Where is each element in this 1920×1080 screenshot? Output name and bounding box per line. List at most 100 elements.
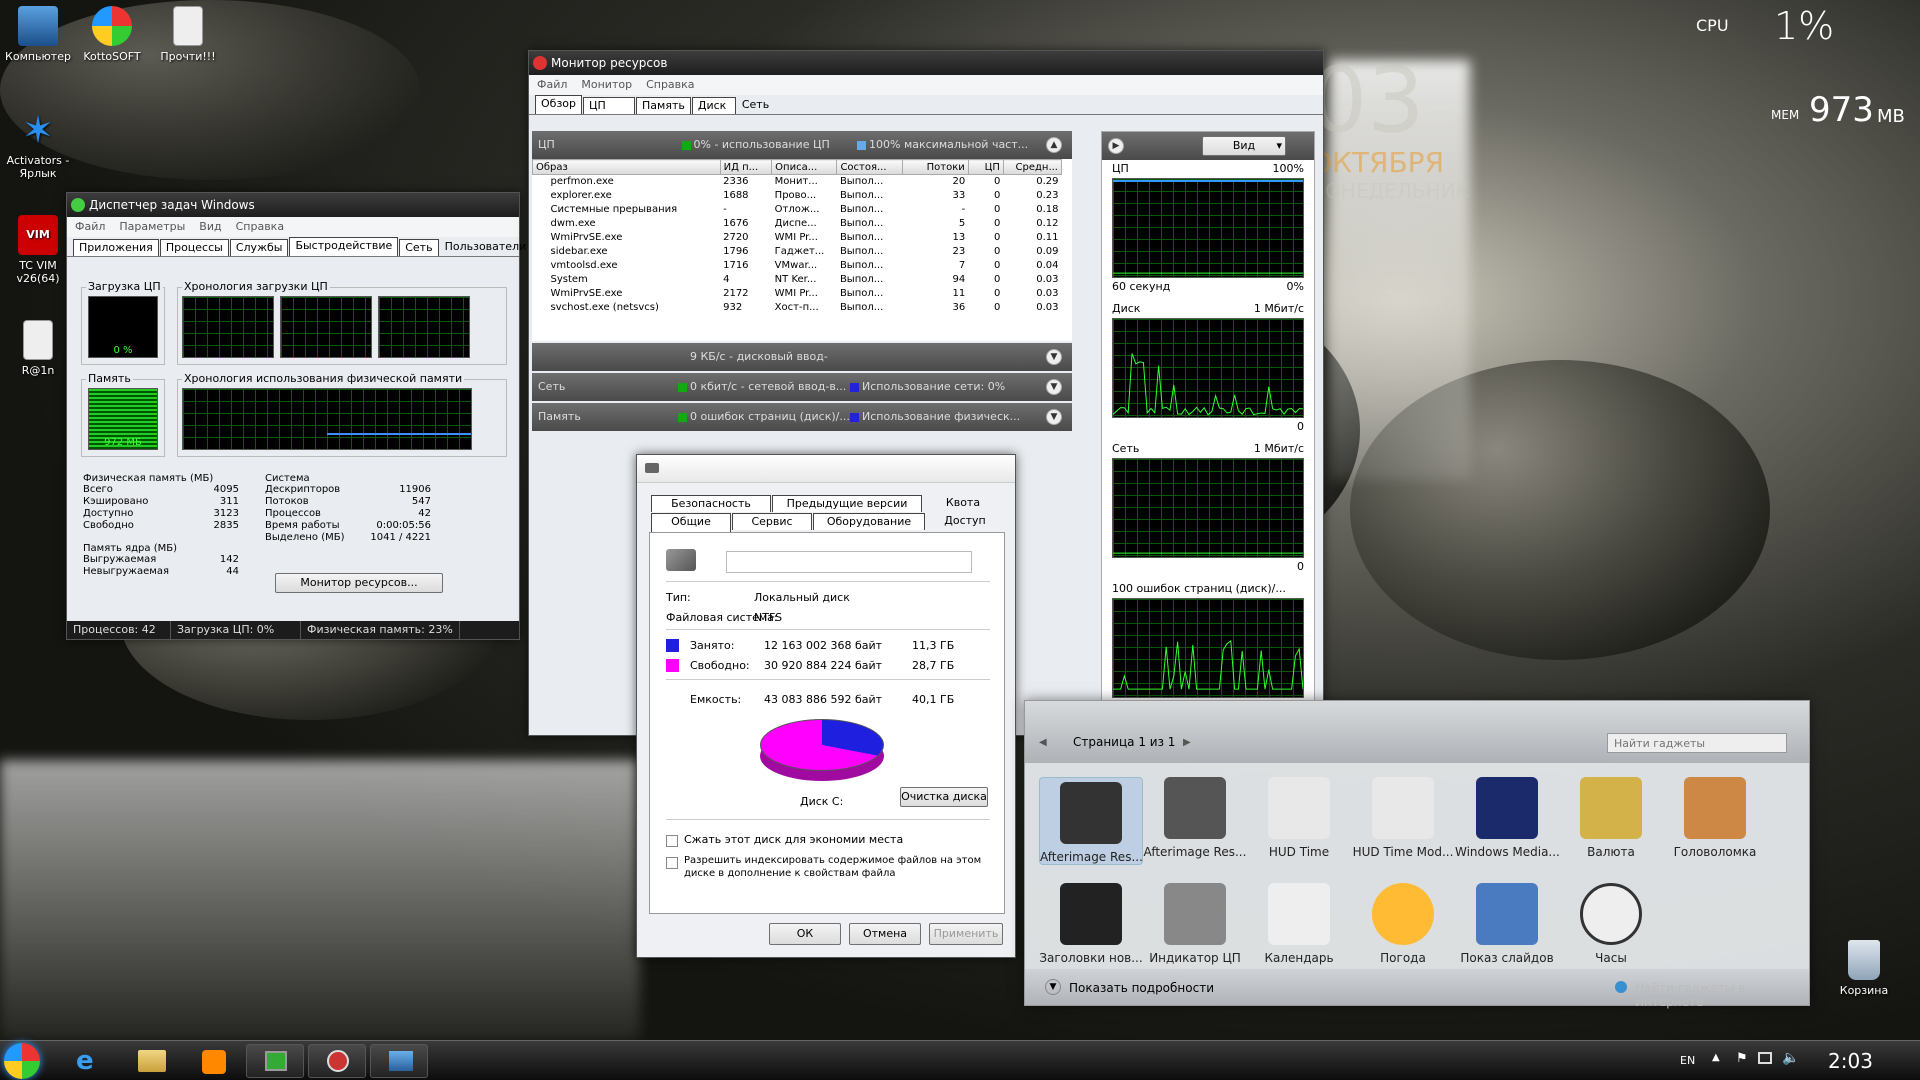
- table-row[interactable]: Системные прерывания - Отлож... Выпол... -0 0…: [533, 203, 1062, 217]
- chevron-down-icon[interactable]: ▼: [1046, 349, 1062, 365]
- rm-tab-network[interactable]: Сеть: [737, 97, 774, 114]
- tab-sharing[interactable]: Доступ: [926, 513, 1004, 530]
- get-more-gadgets-link[interactable]: Найти гаджеты в Интернете: [1635, 981, 1809, 1009]
- menu-view[interactable]: Вид: [199, 220, 221, 233]
- column-header[interactable]: Средн...: [1003, 160, 1061, 175]
- next-page-icon[interactable]: ▶: [1183, 737, 1191, 748]
- desktop-icon-computer[interactable]: Компьютер: [0, 6, 76, 63]
- rm-tab-memory[interactable]: Память: [636, 97, 691, 114]
- gadget-item[interactable]: HUD Time Mod...: [1351, 777, 1455, 859]
- column-header[interactable]: Состоя...: [837, 160, 903, 175]
- gadget-item[interactable]: Валюта: [1559, 777, 1663, 859]
- taskbar-task-manager[interactable]: [246, 1044, 304, 1078]
- gadget-item[interactable]: Показ слайдов: [1455, 883, 1559, 965]
- gadget-search-input[interactable]: [1607, 733, 1787, 753]
- tab-previous-versions[interactable]: Предыдущие версии: [772, 495, 922, 512]
- desktop-icon-readme[interactable]: Прочти!!!: [150, 6, 226, 63]
- table-row[interactable]: sidebar.exe 1796 Гаджет... Выпол... 23 0 0.09: [533, 245, 1062, 259]
- section-header-0[interactable]: Диск9 КБ/с - дисковый ввод-вы...1% актив…: [532, 343, 1072, 371]
- table-row[interactable]: explorer.exe 1688 Прово... Выпол... 33 0 0.23: [533, 189, 1062, 203]
- desktop-icon-kottosoft[interactable]: KottoSOFT: [74, 6, 150, 63]
- rm-tab-overview[interactable]: Обзор: [535, 95, 582, 114]
- taskbar-explorer[interactable]: [122, 1044, 180, 1078]
- table-row[interactable]: dwm.exe 1676 Диспе... Выпол... 5 0 0.12: [533, 217, 1062, 231]
- desktop-icon-recycle-bin[interactable]: Корзина: [1826, 940, 1902, 997]
- column-header[interactable]: ЦП: [968, 160, 1003, 175]
- disk-cleanup-button[interactable]: Очистка диска: [900, 787, 988, 807]
- taskbar-ie[interactable]: e: [60, 1044, 118, 1078]
- chevron-up-icon[interactable]: ▲: [1046, 137, 1062, 153]
- ok-button[interactable]: ОК: [769, 923, 841, 945]
- show-details-link[interactable]: Показать подробности: [1069, 981, 1214, 995]
- tab-processes[interactable]: Процессы: [160, 239, 229, 256]
- gadget-item[interactable]: Календарь: [1247, 883, 1351, 965]
- gadget-item[interactable]: HUD Time: [1247, 777, 1351, 859]
- menu-file[interactable]: Файл: [75, 220, 105, 233]
- rm-tab-cpu[interactable]: ЦП: [583, 97, 635, 114]
- gadget-item[interactable]: Головоломка: [1663, 777, 1767, 859]
- column-header[interactable]: Потоки: [903, 160, 969, 175]
- chevron-down-icon[interactable]: ▼: [1046, 409, 1062, 425]
- menu-help[interactable]: Справка: [236, 220, 284, 233]
- taskbar-disk-properties[interactable]: [370, 1044, 428, 1078]
- network-icon[interactable]: [1758, 1052, 1772, 1064]
- tab-performance[interactable]: Быстродействие: [289, 237, 398, 256]
- section-header-2[interactable]: Память 0 ошибок страниц (диск)/... Использ…: [532, 403, 1072, 431]
- tab-quota[interactable]: Квота: [923, 495, 1003, 512]
- action-center-flag-icon[interactable]: ⚑: [1736, 1051, 1748, 1066]
- gadget-item[interactable]: Погода: [1351, 883, 1455, 965]
- menu-options[interactable]: Параметры: [119, 220, 185, 233]
- tab-users[interactable]: Пользователи: [440, 239, 532, 256]
- column-header[interactable]: Описа...: [772, 160, 837, 175]
- gadget-item[interactable]: Заголовки нов...: [1039, 883, 1143, 965]
- tab-security[interactable]: Безопасность: [651, 495, 771, 512]
- desktop-icon-tcvim[interactable]: VIM TC VIM v26(64): [0, 215, 76, 285]
- apply-button[interactable]: Применить: [929, 923, 1003, 945]
- view-button[interactable]: Вид ▾: [1202, 136, 1286, 156]
- taskbar-resource-monitor[interactable]: [308, 1044, 366, 1078]
- index-checkbox[interactable]: [666, 857, 678, 869]
- clock[interactable]: 2:03: [1828, 1049, 1873, 1073]
- gadget-item[interactable]: Afterimage Res...: [1143, 777, 1247, 859]
- dialog-titlebar[interactable]: [637, 455, 1015, 483]
- resource-monitor-titlebar[interactable]: Монитор ресурсов: [529, 51, 1323, 75]
- cancel-button[interactable]: Отмена: [849, 923, 921, 945]
- rm-menu-file[interactable]: Файл: [537, 78, 567, 91]
- chevron-right-icon[interactable]: ▶: [1108, 138, 1124, 154]
- gadget-item[interactable]: Afterimage Res...: [1039, 777, 1143, 865]
- column-header[interactable]: ИД п...: [720, 160, 772, 175]
- gadget-item[interactable]: Часы: [1559, 883, 1663, 965]
- gadget-item[interactable]: Windows Media...: [1455, 777, 1559, 859]
- table-row[interactable]: WmiPrvSE.exe 2720 WMI Pr... Выпол... 13 0 0.11: [533, 231, 1062, 245]
- tab-applications[interactable]: Приложения: [73, 239, 159, 256]
- show-hidden-icons[interactable]: ▲: [1712, 1052, 1720, 1063]
- compress-checkbox[interactable]: [666, 835, 678, 847]
- chevron-down-icon[interactable]: ▼: [1046, 379, 1062, 395]
- tab-general[interactable]: Общие: [651, 513, 731, 532]
- table-row[interactable]: vmtoolsd.exe 1716 VMwar... Выпол... 7 0 0.04: [533, 259, 1062, 273]
- rm-tab-disk[interactable]: Диск: [692, 97, 736, 114]
- table-row[interactable]: svchost.exe (netsvcs) 932 Хост-п... Выпол..…: [533, 301, 1062, 315]
- volume-label-input[interactable]: [726, 551, 972, 573]
- rm-menu-help[interactable]: Справка: [646, 78, 694, 91]
- resource-monitor-button[interactable]: Монитор ресурсов...: [275, 573, 443, 593]
- cpu-section-header[interactable]: ЦП 0% - использование ЦП 100% максимальн…: [532, 131, 1072, 159]
- desktop-icon-activators[interactable]: ✶ Activators - Ярлык: [0, 110, 76, 180]
- volume-icon[interactable]: 🔈: [1782, 1050, 1799, 1066]
- prev-page-icon[interactable]: ◀: [1039, 737, 1047, 748]
- taskbar-media-player[interactable]: [184, 1044, 242, 1078]
- gadget-item[interactable]: Индикатор ЦП: [1143, 883, 1247, 965]
- start-button[interactable]: [4, 1043, 40, 1079]
- section-header-1[interactable]: Сеть 0 кбит/с - сетевой ввод-в... Использо…: [532, 373, 1072, 401]
- language-indicator[interactable]: EN: [1680, 1054, 1695, 1067]
- tab-services[interactable]: Службы: [230, 239, 289, 256]
- desktop-icon-rain[interactable]: R@1n: [0, 320, 76, 377]
- table-row[interactable]: perfmon.exe 2336 Монит... Выпол... 20 0 0.29: [533, 175, 1062, 189]
- table-row[interactable]: System 4 NT Ker... Выпол... 94 0 0.03: [533, 273, 1062, 287]
- column-header[interactable]: Образ: [533, 160, 721, 175]
- rm-menu-monitor[interactable]: Монитор: [581, 78, 632, 91]
- table-row[interactable]: WmiPrvSE.exe 2172 WMI Pr... Выпол... 11 0 0.03: [533, 287, 1062, 301]
- task-manager-titlebar[interactable]: Диспетчер задач Windows: [67, 193, 519, 217]
- chevron-down-icon[interactable]: ▼: [1045, 979, 1061, 995]
- tab-hardware[interactable]: Оборудование: [813, 513, 925, 530]
